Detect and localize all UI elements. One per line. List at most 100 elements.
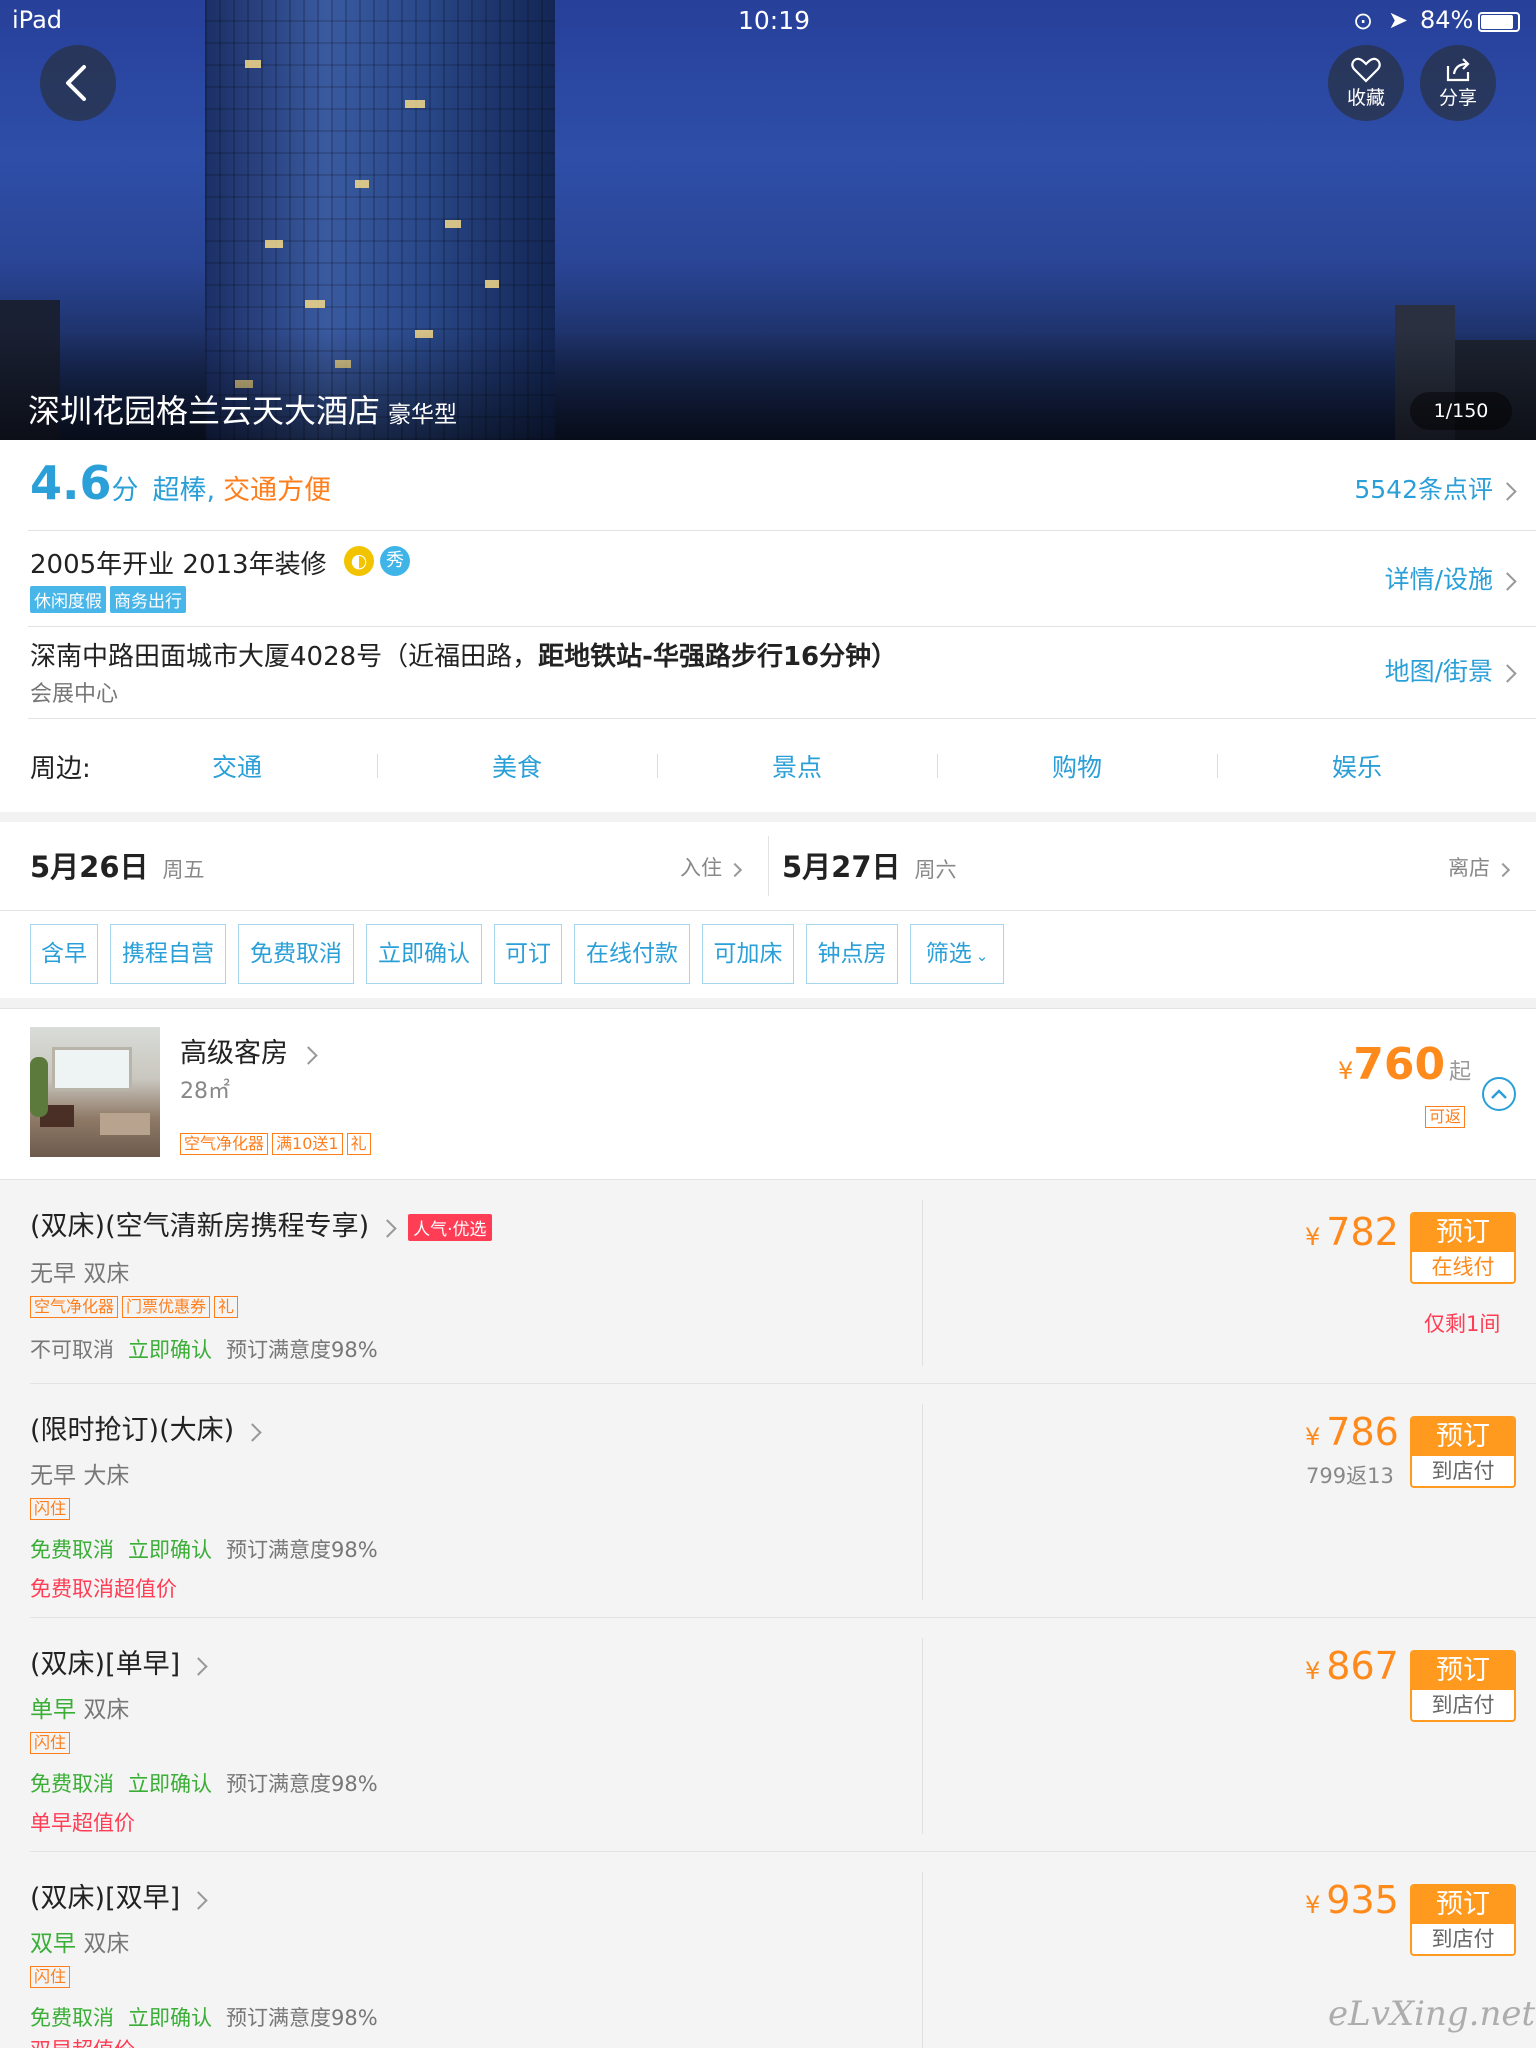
checkout-day-label: 5月27日 — [782, 850, 901, 884]
rate-title[interactable]: (限时抢订)(大床) — [30, 1408, 262, 1447]
checkout-label: 离店 — [1448, 856, 1490, 880]
rating-row[interactable]: 4.6分 超棒, 交通方便 — [30, 456, 331, 516]
chevron-right-icon — [1495, 862, 1511, 878]
price-value: 760 — [1353, 1039, 1446, 1090]
tag-flash-stay: 闪住 — [30, 1966, 71, 1988]
rating-unit: 分 — [111, 475, 139, 506]
hotel-info-card: 4.6分 超棒, 交通方便 5542条点评 2005年开业 2013年装修 ◐ 秀 … — [0, 440, 1536, 812]
room-photo[interactable] — [30, 1027, 160, 1157]
rate-meal-bed: 无早 大床 — [30, 1456, 129, 1490]
rate-policies: 免费取消 立即确认 预订满意度98% — [30, 2002, 378, 2032]
hotel-tags: 休闲度假 商务出行 — [30, 586, 190, 613]
satisfaction: 预订满意度98% — [226, 2006, 378, 2030]
rating-desc: 超棒, — [152, 475, 216, 506]
tag-leisure: 休闲度假 — [30, 586, 106, 613]
back-icon — [66, 65, 86, 101]
rate-price: ¥786 — [1305, 1410, 1399, 1454]
tag-business: 商务出行 — [110, 586, 186, 613]
opening-info: 2005年开业 2013年装修 ◐ 秀 — [30, 544, 410, 581]
room-name: 高级客房 — [180, 1038, 288, 1069]
chevron-right-icon — [299, 1046, 318, 1065]
date-bar: 5月26日 周五 入住 5月27日 周六 离店 — [0, 822, 1536, 910]
rate-tags: 闪住 — [30, 1732, 74, 1754]
tag-gift: 礼 — [346, 1133, 371, 1155]
rate-meal-bed: 无早 双床 — [30, 1254, 129, 1288]
gold-medal-icon: ◐ — [344, 546, 374, 576]
details-link[interactable]: 详情/设施 — [1385, 560, 1517, 596]
rate-meal-bed: 双早 双床 — [30, 1924, 129, 1958]
filter-more[interactable]: 筛选 ⌄ — [910, 924, 1004, 984]
filter-online-pay[interactable]: 在线付款 — [574, 924, 690, 984]
rate-title[interactable]: (双床)[单早] — [30, 1642, 208, 1681]
rate-title-text: (双床)[双早] — [30, 1883, 181, 1914]
nearby-food[interactable]: 美食 — [492, 748, 542, 784]
checkout-weekday: 周六 — [914, 858, 957, 882]
checkin-date[interactable]: 5月26日 周五 — [30, 844, 205, 886]
chevron-right-icon — [243, 1423, 262, 1442]
nearby-entertainment[interactable]: 娱乐 — [1332, 748, 1382, 784]
bed-info: 双床 — [83, 1697, 130, 1723]
filter-free-cancel[interactable]: 免费取消 — [238, 924, 354, 984]
bed-info: 双床 — [83, 1261, 130, 1287]
chevron-down-icon: ⌄ — [975, 947, 989, 965]
cancel-policy: 免费取消 — [30, 1772, 114, 1796]
meal-info: 无早 — [30, 1261, 76, 1287]
price-value: 867 — [1326, 1644, 1399, 1688]
rate-plan[interactable]: (限时抢订)(大床) 无早 大床 闪住 免费取消 立即确认 预订满意度98% 免费取… — [0, 1384, 1536, 1618]
book-label: 预订 — [1412, 1886, 1514, 1924]
room-type-card[interactable]: 高级客房 28㎡ 空气净化器 满10送1 礼 ¥760 起 可返 — [0, 1008, 1536, 1180]
rate-policies: 不可取消 立即确认 预订满意度98% — [30, 1334, 378, 1364]
rate-plan[interactable]: (双床)[单早] 单早 双床 闪住 免费取消 立即确认 预订满意度98% 单早超值价… — [0, 1618, 1536, 1852]
room-name-link[interactable]: 高级客房 — [180, 1031, 318, 1070]
back-button[interactable] — [40, 45, 116, 121]
hotel-photo[interactable]: iPad 10:19 ⊙ ➤ 84% 收藏 分享 深圳花园格兰云天大酒店 豪华型 … — [0, 0, 1536, 440]
chevron-right-icon — [378, 1219, 397, 1238]
favorite-label: 收藏 — [1346, 87, 1385, 109]
currency-symbol: ¥ — [1305, 1223, 1321, 1251]
price-value: 935 — [1326, 1878, 1399, 1922]
share-button[interactable]: 分享 — [1420, 45, 1496, 121]
nearby-shopping[interactable]: 购物 — [1052, 748, 1102, 784]
currency-symbol: ¥ — [1305, 1891, 1321, 1919]
checkin-link[interactable]: 入住 — [680, 852, 743, 882]
room-tags: 空气净化器 满10送1 礼 — [180, 1133, 375, 1155]
filter-hourly[interactable]: 钟点房 — [806, 924, 898, 984]
checkout-link[interactable]: 离店 — [1448, 852, 1511, 882]
filter-breakfast[interactable]: 含早 — [30, 924, 98, 984]
filter-extra-bed[interactable]: 可加床 — [702, 924, 794, 984]
price-rebate: 799返13 — [1306, 1464, 1394, 1488]
favorite-button[interactable]: 收藏 — [1328, 45, 1404, 121]
rate-plan[interactable]: (双床)(空气清新房携程专享) 人气·优选 无早 双床 空气净化器 门票优惠券礼 不… — [0, 1180, 1536, 1384]
nearby-transport[interactable]: 交通 — [212, 748, 262, 784]
rate-title-text: (双床)[单早] — [30, 1649, 181, 1680]
filter-ctrip-self[interactable]: 携程自营 — [110, 924, 226, 984]
reviews-link[interactable]: 5542条点评 — [1354, 470, 1517, 506]
nearby-sights[interactable]: 景点 — [772, 748, 822, 784]
rate-title[interactable]: (双床)[双早] — [30, 1876, 208, 1915]
filter-available[interactable]: 可订 — [494, 924, 562, 984]
price-value: 786 — [1326, 1410, 1399, 1454]
confirm-policy: 立即确认 — [128, 1538, 212, 1562]
rate-price: ¥867 — [1305, 1644, 1399, 1688]
photo-counter: 1/150 — [1410, 392, 1512, 430]
checkout-date[interactable]: 5月27日 周六 — [782, 844, 957, 886]
chevron-right-icon — [727, 862, 743, 878]
chevron-right-icon — [1498, 572, 1517, 591]
book-button[interactable]: 预订 到店付 — [1410, 1416, 1516, 1488]
tag-flash-stay: 闪住 — [30, 1498, 71, 1520]
book-button[interactable]: 预订 在线付 — [1410, 1212, 1516, 1284]
currency-symbol: ¥ — [1305, 1657, 1321, 1685]
chevron-up-icon — [1491, 1089, 1507, 1099]
hotel-title: 深圳花园格兰云天大酒店 豪华型 — [28, 386, 457, 432]
tag-promo: 满10送1 — [272, 1133, 343, 1155]
book-button[interactable]: 预订 到店付 — [1410, 1650, 1516, 1722]
map-link[interactable]: 地图/街景 — [1385, 652, 1517, 688]
tag-air-purifier: 空气净化器 — [180, 1133, 269, 1155]
chevron-right-icon — [1498, 482, 1517, 501]
rate-plan[interactable]: (双床)[双早] 双早 双床 闪住 免费取消立即确认预订满意度98% 双早超值价… — [0, 1852, 1536, 2048]
rate-tags: 闪住 — [30, 1966, 74, 1988]
collapse-button[interactable] — [1482, 1077, 1516, 1111]
book-button[interactable]: 预订 到店付 — [1410, 1884, 1516, 1956]
filter-instant-confirm[interactable]: 立即确认 — [366, 924, 482, 984]
rate-title[interactable]: (双床)(空气清新房携程专享) 人气·优选 — [30, 1204, 492, 1243]
